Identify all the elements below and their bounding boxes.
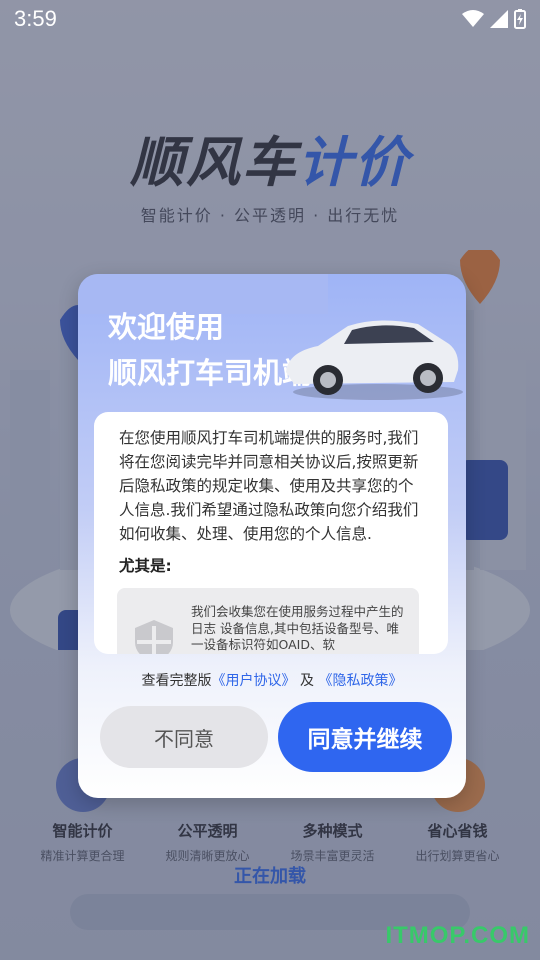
privacy-dialog: 欢迎使用 顺风打车司机端 在您使用顺风打车司机端提供的服务时,我们将在您阅读完毕…: [78, 274, 466, 798]
status-bar: 3:59: [0, 0, 540, 38]
battery-charging-icon: [514, 9, 526, 29]
car-illustration: [286, 320, 463, 400]
privacy-content-card[interactable]: 在您使用顺风打车司机端提供的服务时,我们将在您阅读完毕并同意相关协议后,按照更新…: [94, 412, 448, 654]
info-box-text: 我们会收集您在使用服务过程中产生的日志 设备信息,其中包括设备型号、唯一设备标识…: [191, 604, 404, 652]
wifi-icon: [462, 10, 484, 27]
agreement-prefix: 查看完整版: [141, 673, 212, 689]
privacy-body-text: 在您使用顺风打车司机端提供的服务时,我们将在您阅读完毕并同意相关协议后,按照更新…: [119, 429, 419, 543]
agreement-links: 查看完整版《用户协议》 及 《隐私政策》: [78, 670, 466, 690]
shield-icon: [135, 620, 173, 654]
watermark: ITMOP.COM: [385, 922, 530, 949]
signal-icon: [490, 10, 508, 28]
disagree-button[interactable]: 不同意: [100, 706, 268, 768]
user-agreement-link[interactable]: 《用户协议》: [212, 673, 296, 689]
info-box: 我们会收集您在使用服务过程中产生的日志 设备信息,其中包括设备型号、唯一设备标识…: [117, 588, 419, 654]
privacy-policy-link[interactable]: 《隐私政策》: [318, 673, 402, 689]
privacy-section-label: 尤其是:: [119, 557, 172, 575]
status-time: 3:59: [14, 6, 57, 31]
agreement-joiner: 及: [300, 673, 314, 689]
agree-continue-button[interactable]: 同意并继续: [278, 702, 452, 772]
status-icons: [462, 9, 526, 29]
